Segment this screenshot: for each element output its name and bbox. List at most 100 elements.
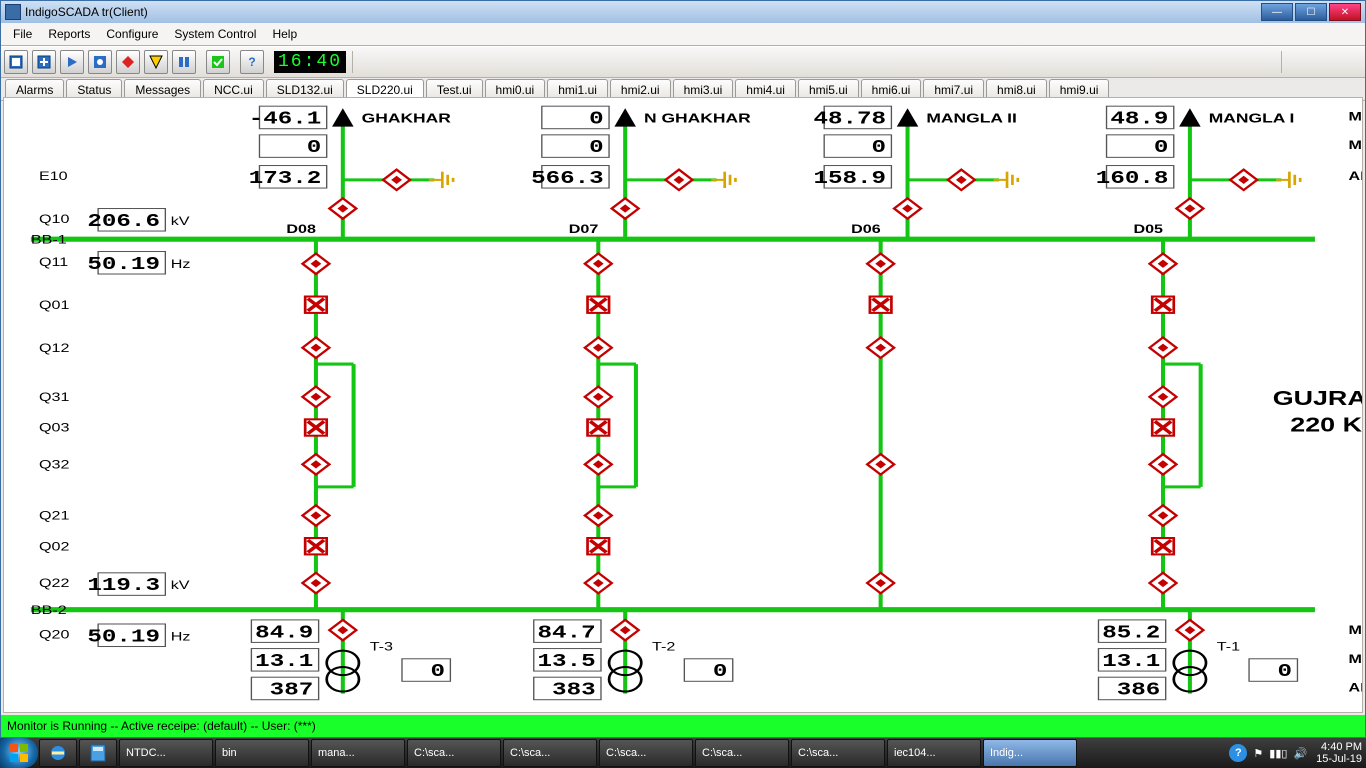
d05-q02[interactable]: [1152, 538, 1174, 554]
toolbar-btn-5[interactable]: [116, 50, 140, 74]
taskbar-item-3[interactable]: C:\sca...: [407, 739, 501, 767]
d07-name: N GHAKHAR: [644, 111, 751, 126]
d08-q03[interactable]: [305, 419, 327, 435]
d08-q01[interactable]: [305, 297, 327, 313]
d05-q22[interactable]: [1150, 573, 1177, 593]
d07-amp2: 383: [552, 680, 596, 701]
d08-q12[interactable]: [302, 337, 329, 357]
hz2-value: 50.19: [87, 627, 160, 648]
toolbar-btn-4[interactable]: [88, 50, 112, 74]
d06-q22[interactable]: [867, 573, 894, 593]
d05-q12[interactable]: [1150, 337, 1177, 357]
row-lbl-q11: Q11: [39, 256, 68, 270]
d07-q11[interactable]: [585, 254, 612, 274]
d05-q31[interactable]: [1150, 387, 1177, 407]
start-button[interactable]: [0, 738, 38, 768]
d06-q10[interactable]: [894, 198, 921, 218]
taskbar-ie-icon[interactable]: [39, 739, 77, 767]
menu-configure[interactable]: Configure: [98, 25, 166, 43]
d07-xfmr: T-2: [652, 640, 675, 654]
tray-clock[interactable]: 4:40 PM 15-Jul-19: [1316, 741, 1362, 765]
row-lbl-q10: Q10: [39, 213, 70, 227]
tray-net-icon[interactable]: ▮▮▯: [1269, 747, 1287, 760]
d08-q20[interactable]: [329, 620, 356, 640]
d06-q01[interactable]: [870, 297, 892, 313]
d07-q12[interactable]: [585, 337, 612, 357]
taskbar-item-2[interactable]: mana...: [311, 739, 405, 767]
d08-e10-iso[interactable]: [383, 170, 410, 190]
d07-e10-iso[interactable]: [666, 170, 693, 190]
close-button[interactable]: ✕: [1329, 3, 1361, 21]
taskbar-calc-icon[interactable]: [79, 739, 117, 767]
hz2-unit: Hz: [171, 630, 191, 644]
toolbar-btn-1[interactable]: [4, 50, 28, 74]
maximize-button[interactable]: ☐: [1295, 3, 1327, 21]
taskbar: NTDC... bin mana... C:\sca... C:\sca... …: [0, 738, 1366, 768]
toolbar-btn-2[interactable]: [32, 50, 56, 74]
taskbar-item-8[interactable]: iec104...: [887, 739, 981, 767]
d08-q31[interactable]: [302, 387, 329, 407]
d06-q11[interactable]: [867, 254, 894, 274]
tray-flag-icon[interactable]: ⚑: [1253, 747, 1263, 760]
d08-q02[interactable]: [305, 538, 327, 554]
d07-q20[interactable]: [612, 620, 639, 640]
d08-q21[interactable]: [302, 505, 329, 525]
d05-dial: 0: [1278, 662, 1293, 683]
d06-q32[interactable]: [867, 454, 894, 474]
d07-q31[interactable]: [585, 387, 612, 407]
d07-mw: 0: [589, 109, 604, 130]
d05-q10[interactable]: [1176, 198, 1203, 218]
menu-system-control[interactable]: System Control: [166, 25, 264, 43]
d05-q32[interactable]: [1150, 454, 1177, 474]
statusbar: Monitor is Running -- Active receipe: (d…: [1, 715, 1365, 737]
d08-q32[interactable]: [302, 454, 329, 474]
minimize-button[interactable]: —: [1261, 3, 1293, 21]
d08-amp: 173.2: [249, 168, 322, 189]
d07-q03[interactable]: [588, 419, 610, 435]
unit-bot-mvar: MVAR: [1349, 653, 1362, 667]
d05-q01[interactable]: [1152, 297, 1174, 313]
toolbar-btn-7[interactable]: [172, 50, 196, 74]
d07-q22[interactable]: [585, 573, 612, 593]
taskbar-item-6[interactable]: C:\sca...: [695, 739, 789, 767]
d05-node: D05: [1133, 223, 1163, 237]
d05-q21[interactable]: [1150, 505, 1177, 525]
d07-mw2: 84.7: [538, 623, 596, 644]
menu-help[interactable]: Help: [264, 25, 305, 43]
d05-q20[interactable]: [1176, 620, 1203, 640]
toolbar-btn-3[interactable]: [60, 50, 84, 74]
tray-help-icon[interactable]: ?: [1229, 744, 1247, 762]
d06-e10-iso[interactable]: [948, 170, 975, 190]
tray-vol-icon[interactable]: 🔊: [1293, 747, 1307, 760]
sld-canvas: E10 Q10 BB-1 Q11 Q01 Q12 Q31 Q03 Q32 Q21…: [3, 97, 1363, 713]
d07-q10[interactable]: [612, 198, 639, 218]
kv2-unit: kV: [171, 579, 190, 593]
app-window: IndigoSCADA tr(Client) — ☐ ✕ File Report…: [0, 0, 1366, 738]
d05-q11[interactable]: [1150, 254, 1177, 274]
d07-q32[interactable]: [585, 454, 612, 474]
taskbar-item-5[interactable]: C:\sca...: [599, 739, 693, 767]
menu-file[interactable]: File: [5, 25, 40, 43]
d06-q12[interactable]: [867, 337, 894, 357]
d07-q01[interactable]: [588, 297, 610, 313]
taskbar-item-1[interactable]: bin: [215, 739, 309, 767]
taskbar-item-7[interactable]: C:\sca...: [791, 739, 885, 767]
taskbar-item-0[interactable]: NTDC...: [119, 739, 213, 767]
taskbar-item-4[interactable]: C:\sca...: [503, 739, 597, 767]
toolbar-btn-help[interactable]: ?: [240, 50, 264, 74]
d05-q03[interactable]: [1152, 419, 1174, 435]
d07-q21[interactable]: [585, 505, 612, 525]
d08-q11[interactable]: [302, 254, 329, 274]
row-lbl-q02: Q02: [39, 540, 70, 554]
d05-e10-iso[interactable]: [1230, 170, 1257, 190]
menu-reports[interactable]: Reports: [40, 25, 98, 43]
d07-node: D07: [569, 223, 599, 237]
d05-mw: 48.9: [1110, 109, 1168, 130]
d08-q22[interactable]: [302, 573, 329, 593]
toolbar-btn-check[interactable]: [206, 50, 230, 74]
toolbar-btn-6[interactable]: [144, 50, 168, 74]
d08-q10[interactable]: [329, 198, 356, 218]
taskbar-item-9[interactable]: Indig...: [983, 739, 1077, 767]
d07-q02[interactable]: [588, 538, 610, 554]
menubar: File Reports Configure System Control He…: [1, 23, 1365, 46]
